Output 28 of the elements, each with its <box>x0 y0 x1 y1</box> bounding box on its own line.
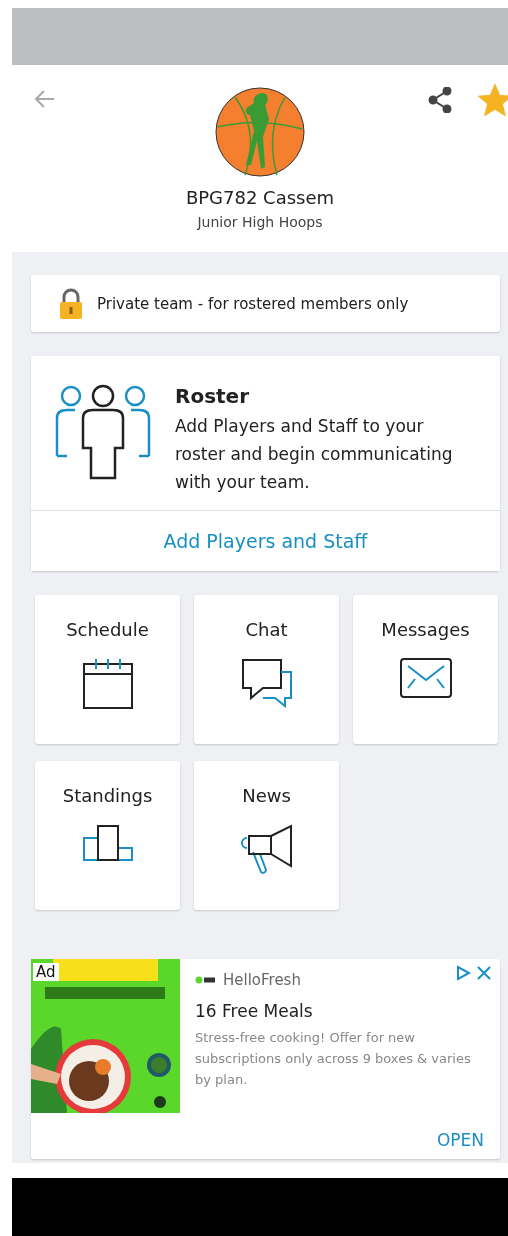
team-subtitle: Junior High Hoops <box>197 214 323 230</box>
open-button[interactable]: OPEN <box>430 1129 490 1151</box>
podium-icon <box>81 824 134 862</box>
feature-tile[interactable]: Messages <box>353 595 498 744</box>
feature-tile[interactable]: News <box>194 761 339 910</box>
megaphone-icon <box>240 824 293 876</box>
envelope-icon <box>399 658 452 698</box>
ad-badge: Ad <box>33 963 59 981</box>
add-players-button[interactable]: Add Players and Staff <box>31 511 500 571</box>
feature-tile[interactable]: Chat <box>194 595 339 744</box>
share-icon[interactable] <box>428 87 452 113</box>
ad-card[interactable]: Ad HelloFresh 16 Free Meals Stress-free cooking! Offer for new subscriptions only across 9 boxes & varies by plan. OPEN <box>31 959 500 1159</box>
calendar-icon <box>81 658 134 710</box>
roster-description: Add Players and Staff to your roster and begin communicating with your team. <box>175 415 454 494</box>
ad-description: Stress-free cooking! Offer for new subscriptions only across 9 boxes & varies by plan. <box>195 1029 472 1089</box>
ad-choices-icon[interactable] <box>456 965 492 981</box>
feature-tile[interactable]: Schedule <box>35 595 180 744</box>
team-members-icon <box>53 384 153 480</box>
brand-logo-icon <box>195 976 215 984</box>
ad-headline: 16 Free Meals <box>195 1001 314 1021</box>
star-icon[interactable] <box>478 83 508 117</box>
chat-icon <box>240 658 293 708</box>
feature-tile[interactable]: Standings <box>35 761 180 910</box>
roster-title: Roster <box>175 384 251 408</box>
back-arrow-icon[interactable] <box>34 89 56 109</box>
privacy-text: Private team - for rostered members only <box>97 294 409 313</box>
advertiser-name: HelloFresh <box>223 971 301 989</box>
team-name: BPG782 Cassem <box>185 187 335 208</box>
